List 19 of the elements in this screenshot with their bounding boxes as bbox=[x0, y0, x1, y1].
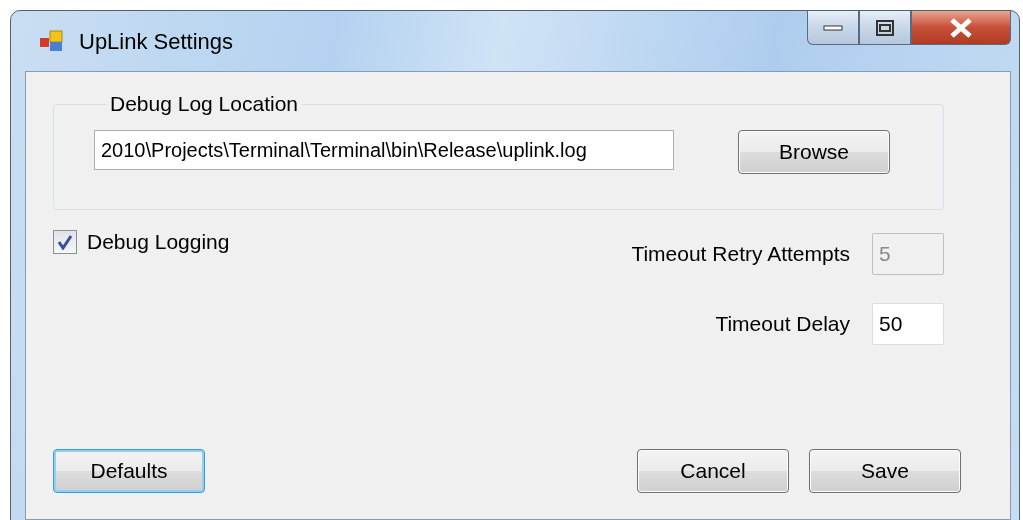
checkbox-label: Debug Logging bbox=[87, 230, 230, 254]
browse-button[interactable]: Browse bbox=[738, 130, 890, 174]
close-button[interactable] bbox=[911, 11, 1011, 45]
number-field[interactable]: 50 bbox=[872, 303, 944, 345]
window-title: UpLink Settings bbox=[79, 29, 234, 55]
maximize-button[interactable] bbox=[859, 11, 911, 45]
dialog-button[interactable]: Defaults bbox=[53, 449, 205, 493]
checkbox[interactable] bbox=[53, 230, 77, 254]
group-title: Debug Log Location bbox=[109, 92, 299, 116]
close-icon bbox=[949, 17, 973, 38]
field-label: Timeout Delay bbox=[715, 312, 850, 336]
field-label: Timeout Retry Attempts bbox=[631, 242, 850, 266]
dialog-button[interactable]: Save bbox=[809, 449, 961, 493]
path-field[interactable]: 2010\Projects\Terminal\Terminal\bin\Release\uplink.log bbox=[94, 130, 674, 170]
minimize-icon bbox=[823, 23, 843, 32]
maximize-icon bbox=[875, 18, 895, 37]
dialog-button[interactable]: Cancel bbox=[637, 449, 789, 493]
minimize-button[interactable] bbox=[807, 11, 859, 45]
app-icon bbox=[39, 29, 65, 53]
